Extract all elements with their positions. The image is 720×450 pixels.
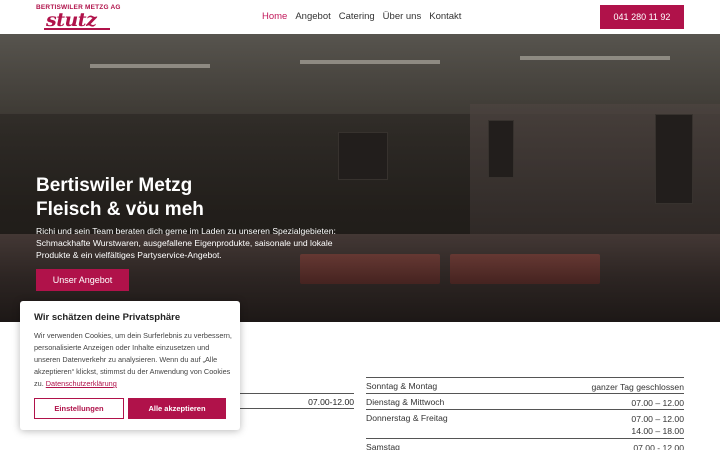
cookie-text: Wir verwenden Cookies, um dein Surferleb…: [34, 330, 234, 390]
hours-row-partial: 07.00-12.00: [240, 393, 354, 409]
hero-title-line1: Bertiswiler Metzg: [36, 175, 193, 196]
hours-row: Dienstag & Mittwoch 07.00 – 12.00: [366, 393, 684, 409]
hero-text: Richi und sein Team beraten dich gerne i…: [36, 226, 336, 260]
hours-time: ganzer Tag geschlossen: [591, 382, 684, 392]
nav-item-ueber-uns[interactable]: Über uns: [383, 11, 422, 22]
nav-item-catering[interactable]: Catering: [339, 11, 375, 22]
phone-button[interactable]: 041 280 11 92: [600, 5, 684, 29]
hours-time-afternoon: 14.00 – 18.00: [631, 426, 684, 436]
hours-time: 07.00 - 12.00: [633, 443, 684, 450]
hours-day: Dienstag & Mittwoch: [366, 397, 445, 407]
privacy-policy-link[interactable]: Datenschutzerklärung: [46, 379, 117, 388]
hours-row: Donnerstag & Freitag 07.00 – 12.00 14.00…: [366, 409, 684, 438]
accept-all-button[interactable]: Alle akzeptieren: [128, 398, 226, 419]
hours-time: 07.00 – 12.00: [631, 398, 684, 408]
hours-row: Sonntag & Montag ganzer Tag geschlossen: [366, 377, 684, 393]
nav-item-home[interactable]: Home: [262, 11, 287, 22]
nav-item-angebot[interactable]: Angebot: [295, 11, 330, 22]
hours-time: 07.00 – 12.00 14.00 – 18.00: [631, 413, 684, 437]
cookie-title: Wir schätzen deine Privatsphäre: [34, 312, 181, 323]
unser-angebot-button[interactable]: Unser Angebot: [36, 269, 129, 291]
hours-row: Samstag 07.00 - 12.00: [366, 438, 684, 450]
opening-hours-table: Sonntag & Montag ganzer Tag geschlossen …: [366, 377, 684, 450]
site-header: BERTISWILER METZG AG stutz Home Angebot …: [0, 0, 720, 34]
hours-day: Sonntag & Montag: [366, 381, 438, 391]
logo[interactable]: BERTISWILER METZG AG stutz: [36, 4, 120, 31]
logo-underline: [44, 28, 110, 30]
hours-day: Donnerstag & Freitag: [366, 413, 448, 423]
hero-title-line2: Fleisch & vöu meh: [36, 199, 204, 220]
hero-section: Bertiswiler Metzg Fleisch & vöu meh Rich…: [0, 34, 720, 322]
hours-time-morning: 07.00 – 12.00: [631, 414, 684, 424]
hours-time: 07.00-12.00: [308, 397, 354, 407]
main-nav: Home Angebot Catering Über uns Kontakt: [262, 11, 469, 22]
hero-title: Bertiswiler Metzg Fleisch & vöu meh: [36, 174, 204, 222]
nav-item-kontakt[interactable]: Kontakt: [429, 11, 461, 22]
hours-day: Samstag: [366, 442, 400, 450]
logo-wordmark: stutz: [46, 9, 97, 31]
cookie-settings-button[interactable]: Einstellungen: [34, 398, 124, 419]
cookie-consent-dialog: Wir schätzen deine Privatsphäre Wir verw…: [20, 301, 240, 430]
